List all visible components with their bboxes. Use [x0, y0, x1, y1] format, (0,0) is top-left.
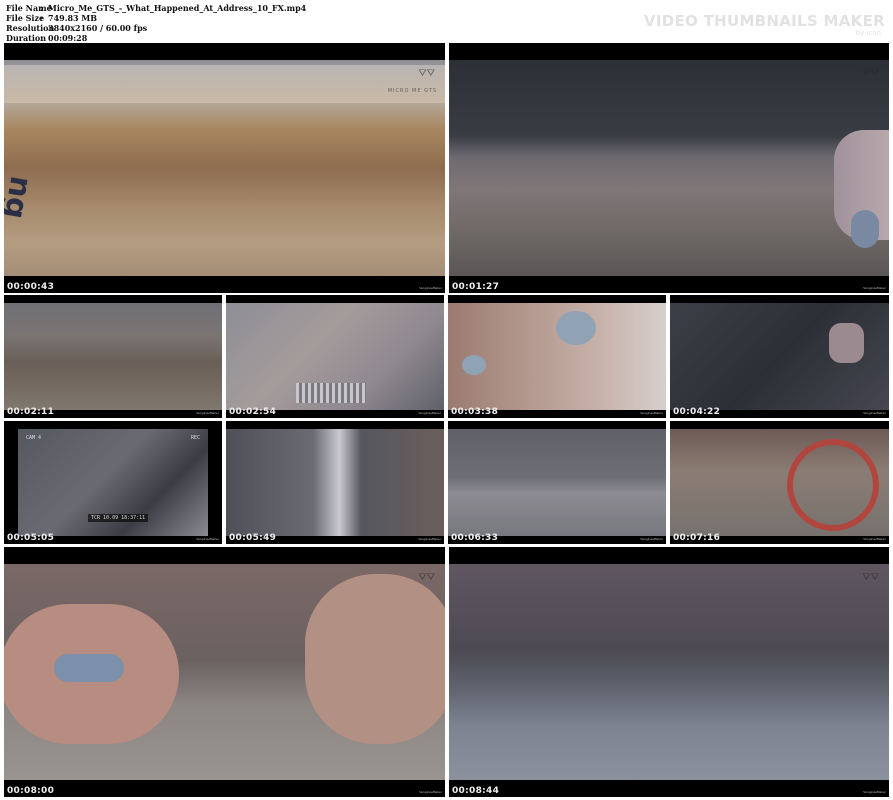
thumbnail-4[interactable]: 00:02:54 VenginesMaker [226, 295, 444, 418]
frame-credit: VenginesMaker [419, 790, 442, 794]
file-name-value: Micro_Me_GTS_-_What_Happened_At_Address_… [48, 3, 307, 13]
duration-row: Duration:00:09:28 [6, 33, 306, 43]
resolution-key: Resolution [6, 23, 55, 33]
frame-credit: VenginesMaker [196, 411, 219, 415]
frame-credit: VenginesMaker [863, 286, 886, 290]
frame-image [448, 303, 666, 410]
frame-image [4, 303, 222, 410]
timestamp: 00:02:11 [7, 407, 55, 417]
timestamp: 00:05:05 [7, 533, 55, 543]
frame-image: ⛛⛛ [449, 564, 889, 780]
file-size-value: 749.83 MB [48, 13, 98, 23]
cam-label: CAM 4 [26, 435, 42, 441]
duration-key: Duration [6, 33, 47, 43]
watermark-byline: by icon [855, 29, 881, 37]
brand-logo-icon: ⛛⛛ [418, 68, 435, 79]
timestamp: 00:08:00 [7, 786, 55, 796]
thumbnail-12[interactable]: ⛛⛛ 00:08:44 VenginesMaker [449, 547, 889, 797]
frame-image: CAM 4 REC TCR 10.09 18:37:11 [18, 429, 208, 536]
thumbnail-6[interactable]: 00:04:22 VenginesMaker [670, 295, 889, 418]
frame-credit: VenginesMaker [863, 411, 886, 415]
frame-credit: VenginesMaker [196, 537, 219, 541]
brand-logo-icon: ⛛⛛ [862, 572, 879, 583]
timestamp: 00:02:54 [229, 407, 277, 417]
brand-logo-icon: ⛛⛛ [862, 68, 879, 79]
separator: : [40, 3, 43, 13]
thumbnail-9[interactable]: 00:06:33 VenginesMaker [448, 421, 666, 544]
thumbnail-10[interactable]: 00:07:16 VenginesMaker [670, 421, 889, 544]
timestamp: 00:07:16 [673, 533, 721, 543]
timestamp: 00:01:27 [452, 282, 500, 292]
frame-image [226, 429, 444, 536]
frame-image: ⛛⛛ [4, 564, 445, 780]
thumbnail-2[interactable]: ⛛⛛ 00:01:27 VenginesMaker [449, 43, 889, 293]
resolution-row: Resolution:3840x2160 / 60.00 fps [6, 23, 306, 33]
frame-credit: VenginesMaker [640, 537, 663, 541]
frame-image: ⛛⛛ [449, 60, 889, 276]
timecode-label: TCR 10.09 18:37:11 [88, 514, 149, 522]
separator: : [40, 23, 43, 33]
frame-image [448, 429, 666, 536]
frame-credit: VenginesMaker [640, 411, 663, 415]
file-info: File Name: Micro_Me_GTS_-_What_Happened_A… [6, 3, 306, 43]
frame-image [670, 429, 889, 536]
file-size-row: File Size:749.83 MB [6, 13, 306, 23]
frame-credit: VenginesMaker [863, 537, 886, 541]
separator: : [40, 33, 43, 43]
thumbnail-5[interactable]: 00:03:38 VenginesMaker [448, 295, 666, 418]
separator: : [40, 13, 43, 23]
file-size-key: File Size [6, 13, 45, 23]
frame-image [670, 303, 889, 410]
timestamp: 00:04:22 [673, 407, 721, 417]
box-print-icon: ng [4, 173, 39, 222]
rec-label: REC [190, 435, 200, 441]
thumbnail-1[interactable]: ng ⛛⛛ MICRO ME GTS 00:00:43 VenginesMake… [4, 43, 445, 293]
thumbnail-8[interactable]: 00:05:49 VenginesMaker [226, 421, 444, 544]
file-name-row: File Name: Micro_Me_GTS_-_What_Happened_A… [6, 3, 306, 13]
frame-credit: VenginesMaker [418, 411, 441, 415]
resolution-value: 3840x2160 / 60.00 fps [48, 23, 148, 33]
thumbnail-11[interactable]: ⛛⛛ 00:08:00 VenginesMaker [4, 547, 445, 797]
watermark: VIDEO THUMBNAILS MAKER by icon [644, 12, 885, 37]
timestamp: 00:08:44 [452, 786, 500, 796]
thumbnail-3[interactable]: 00:02:11 VenginesMaker [4, 295, 222, 418]
duration-value: 00:09:28 [48, 33, 88, 43]
file-name-key: File Name [6, 3, 52, 13]
thumbnail-7[interactable]: CAM 4 REC TCR 10.09 18:37:11 00:05:05 Ve… [4, 421, 222, 544]
watermark-title: VIDEO THUMBNAILS MAKER [643, 12, 885, 30]
timestamp: 00:05:49 [229, 533, 277, 543]
timestamp: 00:00:43 [7, 282, 55, 292]
brand-logo-icon: ⛛⛛ [418, 572, 435, 583]
timestamp: 00:03:38 [451, 407, 499, 417]
frame-credit: VenginesMaker [863, 790, 886, 794]
frame-image: ng ⛛⛛ MICRO ME GTS [4, 60, 445, 276]
brand-logo-text: MICRO ME GTS [387, 88, 437, 94]
frame-image [226, 303, 444, 410]
frame-credit: VenginesMaker [419, 286, 442, 290]
timestamp: 00:06:33 [451, 533, 499, 543]
frame-credit: VenginesMaker [418, 537, 441, 541]
